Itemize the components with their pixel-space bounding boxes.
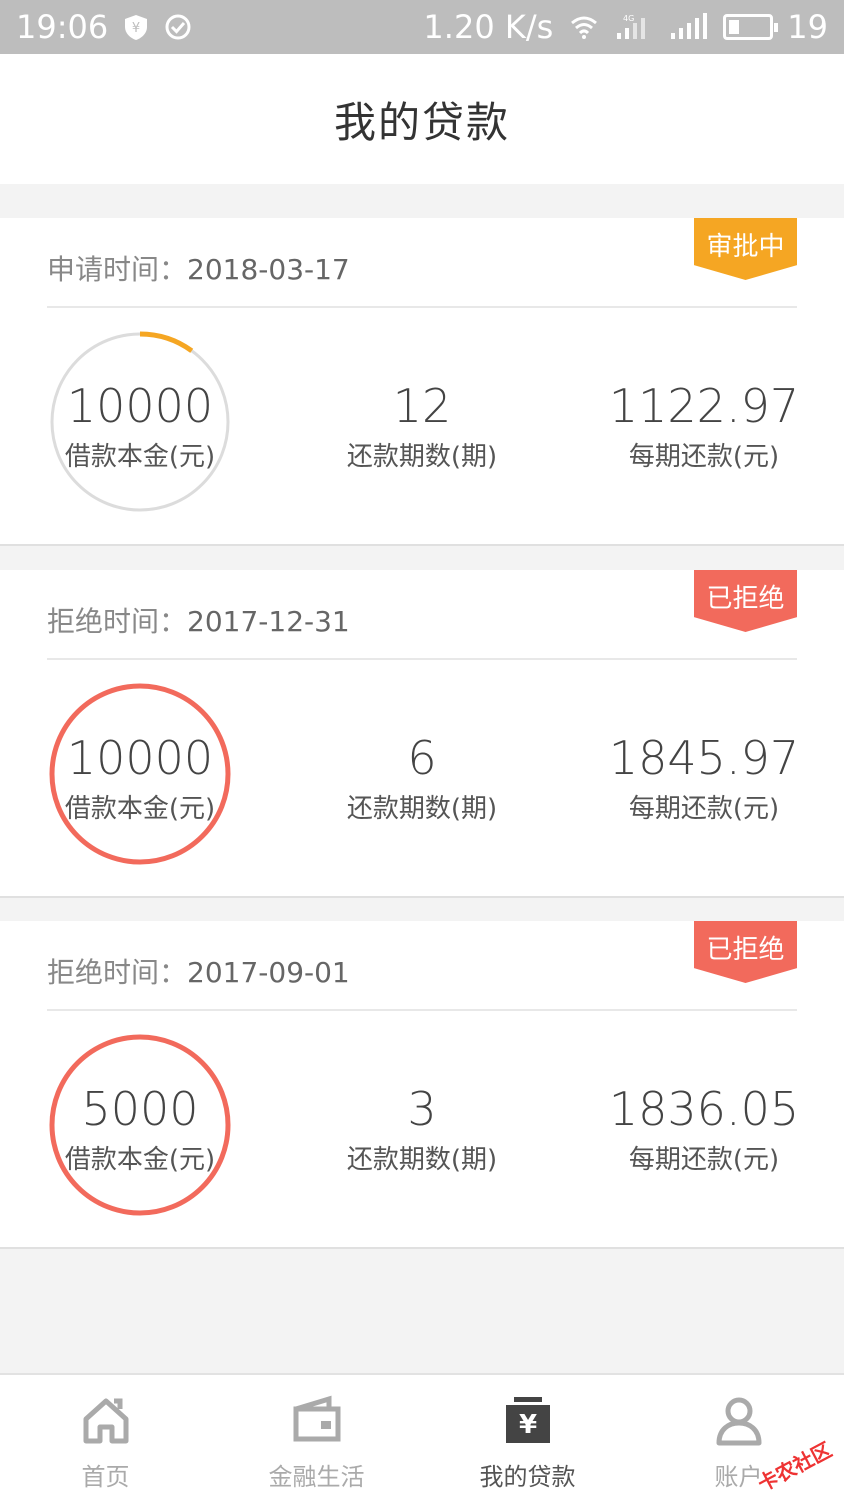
home-icon [83, 1398, 128, 1444]
payment-value: 1836.05 [608, 1082, 800, 1136]
page-header: 我的贷款 [0, 54, 844, 184]
divider [47, 306, 797, 308]
nav-label: 首页 [81, 1463, 130, 1491]
principal-label: 借款本金(元) [64, 1145, 216, 1175]
page-title: 我的贷款 [333, 97, 510, 147]
loan-card[interactable]: 拒绝时间：2017-12-31 已拒绝 10000 借款本金(元) 6 还款期数… [0, 570, 844, 898]
loan-date-row: 拒绝时间：2017-12-31 [47, 600, 350, 640]
signal-4g-icon: 4G [617, 14, 646, 39]
periods-value: 6 [407, 731, 437, 785]
payment-label: 每期还款(元) [628, 794, 780, 824]
network-speed: 1.20 K/s [423, 8, 554, 46]
principal-metric: 10000 借款本金(元) [50, 730, 230, 825]
principal-value: 10000 [66, 379, 214, 433]
svg-text:4G: 4G [623, 14, 634, 23]
loan-date-label: 拒绝时间： [47, 956, 188, 989]
loan-date-label: 拒绝时间： [47, 605, 188, 638]
loan-date: 2017-09-01 [187, 956, 350, 989]
payment-metric: 1836.05 每期还款(元) [604, 1081, 804, 1176]
nav-item-my-loans[interactable]: ¥ 我的贷款 [422, 1375, 633, 1500]
periods-label: 还款期数(期) [346, 1145, 498, 1175]
divider [47, 658, 797, 660]
payment-metric: 1122.97 每期还款(元) [604, 378, 804, 473]
payment-label: 每期还款(元) [628, 442, 780, 472]
principal-label: 借款本金(元) [64, 442, 216, 472]
shield-yen-icon: ¥ [125, 15, 148, 40]
divider [47, 1009, 797, 1011]
nav-item-home[interactable]: 首页 [0, 1375, 211, 1500]
payment-value: 1845.97 [608, 731, 800, 785]
nav-label: 金融生活 [268, 1463, 365, 1491]
principal-label: 借款本金(元) [64, 794, 216, 824]
loan-date-label: 申请时间： [47, 253, 188, 286]
periods-label: 还款期数(期) [346, 442, 498, 472]
nav-label: 我的贷款 [479, 1463, 576, 1491]
status-badge: 审批中 [694, 218, 797, 280]
payment-label: 每期还款(元) [628, 1145, 780, 1175]
check-circle-icon [165, 14, 191, 40]
principal-metric: 10000 借款本金(元) [50, 378, 230, 473]
loan-card[interactable]: 拒绝时间：2017-09-01 已拒绝 5000 借款本金(元) 3 还款期数(… [0, 921, 844, 1249]
loan-date-row: 申请时间：2018-03-17 [47, 248, 350, 288]
bottom-nav: 首页 金融生活 ¥ 我的贷款 账户 [0, 1373, 844, 1500]
nav-item-account[interactable]: 账户 [633, 1375, 844, 1500]
periods-value: 12 [392, 379, 452, 433]
wifi-icon [571, 16, 598, 39]
principal-value: 5000 [81, 1082, 199, 1136]
status-badge: 已拒绝 [694, 921, 797, 983]
periods-metric: 6 还款期数(期) [332, 730, 512, 825]
status-badge: 已拒绝 [694, 570, 797, 632]
payment-metric: 1845.97 每期还款(元) [604, 730, 804, 825]
loan-date-row: 拒绝时间：2017-09-01 [47, 951, 350, 991]
loan-date: 2018-03-17 [187, 253, 350, 286]
nav-item-finance-life[interactable]: 金融生活 [211, 1375, 422, 1500]
signal-icon [671, 13, 708, 39]
principal-metric: 5000 借款本金(元) [50, 1081, 230, 1176]
loan-yen-icon: ¥ [505, 1397, 550, 1443]
loan-date: 2017-12-31 [187, 605, 350, 638]
user-icon [716, 1397, 761, 1446]
periods-metric: 3 还款期数(期) [332, 1081, 512, 1176]
payment-value: 1122.97 [608, 379, 800, 433]
battery-level: 19 [787, 8, 828, 46]
periods-metric: 12 还款期数(期) [332, 378, 512, 473]
principal-value: 10000 [66, 731, 214, 785]
status-bar: 19:06 ¥ 1.20 K/s 4G 19 [0, 0, 844, 54]
battery-icon [723, 14, 779, 40]
periods-value: 3 [407, 1082, 437, 1136]
periods-label: 还款期数(期) [346, 794, 498, 824]
status-time: 19:06 [16, 8, 109, 46]
svg-text:¥: ¥ [518, 1410, 536, 1440]
wallet-icon [293, 1395, 340, 1442]
svg-text:¥: ¥ [132, 21, 140, 36]
loan-card[interactable]: 申请时间：2018-03-17 审批中 10000 借款本金(元) 12 还款期… [0, 218, 844, 546]
